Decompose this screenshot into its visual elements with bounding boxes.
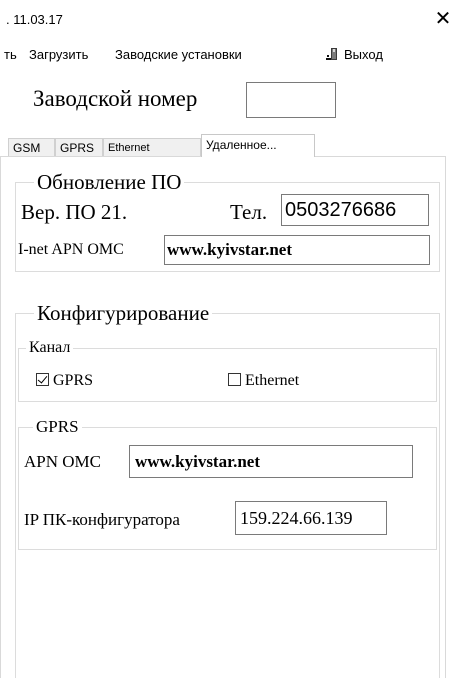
window-title: . 11.03.17 <box>6 12 63 27</box>
menu-item-load[interactable]: Загрузить <box>29 47 88 62</box>
gprs-checkbox-box[interactable] <box>36 373 49 386</box>
title-bar: . 11.03.17 ✕ <box>0 0 459 40</box>
gprs-legend: GPRS <box>36 417 79 436</box>
menu-item-factory-settings[interactable]: Заводские установки <box>115 47 242 62</box>
exit-icon <box>326 48 337 60</box>
gprs-checkbox[interactable]: GPRS <box>36 372 93 390</box>
ethernet-checkbox-label: Ethernet <box>245 372 300 389</box>
tab-ethernet[interactable]: Ethernet <box>103 138 201 156</box>
close-button[interactable]: ✕ <box>430 6 456 32</box>
menu-item-exit-label: Выход <box>344 47 383 62</box>
gprs-apn-label: APN ОМС <box>24 452 101 471</box>
ethernet-checkbox-box[interactable] <box>228 373 241 386</box>
menu-bar: ть Загрузить Заводские установки Выход <box>0 44 459 66</box>
firmware-update-legend: Обновление ПО <box>37 170 182 194</box>
ip-configurator-input[interactable]: 159.224.66.139 <box>235 501 387 535</box>
phone-label: Тел. <box>230 200 268 224</box>
tab-gsm[interactable]: GSM <box>8 138 55 156</box>
tab-remote[interactable]: Удаленное... <box>201 134 315 157</box>
gprs-apn-input[interactable]: www.kyivstar.net <box>129 445 413 478</box>
menu-item-partial[interactable]: ть <box>4 47 17 62</box>
inet-apn-input[interactable]: www.kyivstar.net <box>164 235 430 265</box>
serial-number-input[interactable] <box>246 82 336 118</box>
configuration-legend: Конфигурирование <box>37 301 210 325</box>
tab-gprs[interactable]: GPRS <box>55 138 103 156</box>
ip-configurator-label: IP ПК-конфигуратора <box>24 510 180 529</box>
menu-item-exit[interactable]: Выход <box>326 47 383 62</box>
channel-legend: Канал <box>29 339 71 356</box>
phone-input[interactable]: 0503276686 <box>281 194 429 226</box>
gprs-checkbox-label: GPRS <box>53 372 94 389</box>
channel-group: Канал <box>18 340 437 402</box>
serial-number-label: Заводской номер <box>33 86 198 111</box>
ethernet-checkbox[interactable]: Ethernet <box>228 372 299 390</box>
firmware-version-label: Вер. ПО 21. <box>21 200 128 224</box>
inet-apn-label: I-net APN ОМС <box>18 241 124 258</box>
